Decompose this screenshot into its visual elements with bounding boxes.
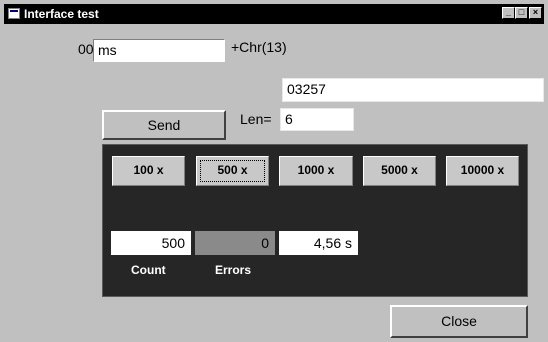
close-icon[interactable]: ×: [529, 7, 542, 19]
run-10000-button[interactable]: 10000 x: [446, 156, 519, 186]
prefix-label: 00: [78, 41, 94, 57]
suffix-label: +Chr(13): [231, 39, 287, 55]
errors-label: Errors: [215, 263, 252, 277]
response-field: 03257: [282, 78, 544, 102]
window-title: Interface test: [24, 7, 99, 21]
run-500-button[interactable]: 500 x: [196, 156, 269, 186]
run-1000-button[interactable]: 1000 x: [279, 156, 353, 186]
close-button[interactable]: Close: [390, 305, 528, 338]
len-label: Len=: [240, 111, 272, 127]
app-icon[interactable]: [8, 8, 20, 19]
test-panel: 100 x 500 x 1000 x 5000 x 10000 x 500 0 …: [102, 144, 528, 297]
time-value: 4,56 s: [279, 231, 358, 255]
command-input[interactable]: ms: [93, 39, 225, 62]
maximize-icon[interactable]: □: [515, 7, 528, 19]
count-label: Count: [131, 263, 166, 277]
app-window: Interface test _ □ × 00 ms +Chr(13) 0325…: [0, 0, 548, 342]
title-bar[interactable]: Interface test _ □ ×: [4, 4, 544, 24]
minimize-icon[interactable]: _: [502, 7, 515, 19]
errors-value: 0: [195, 231, 275, 255]
run-100-button[interactable]: 100 x: [112, 156, 185, 186]
run-5000-button[interactable]: 5000 x: [363, 156, 436, 186]
len-field: 6: [280, 108, 354, 131]
send-button[interactable]: Send: [102, 110, 226, 140]
count-value: 500: [111, 231, 191, 255]
